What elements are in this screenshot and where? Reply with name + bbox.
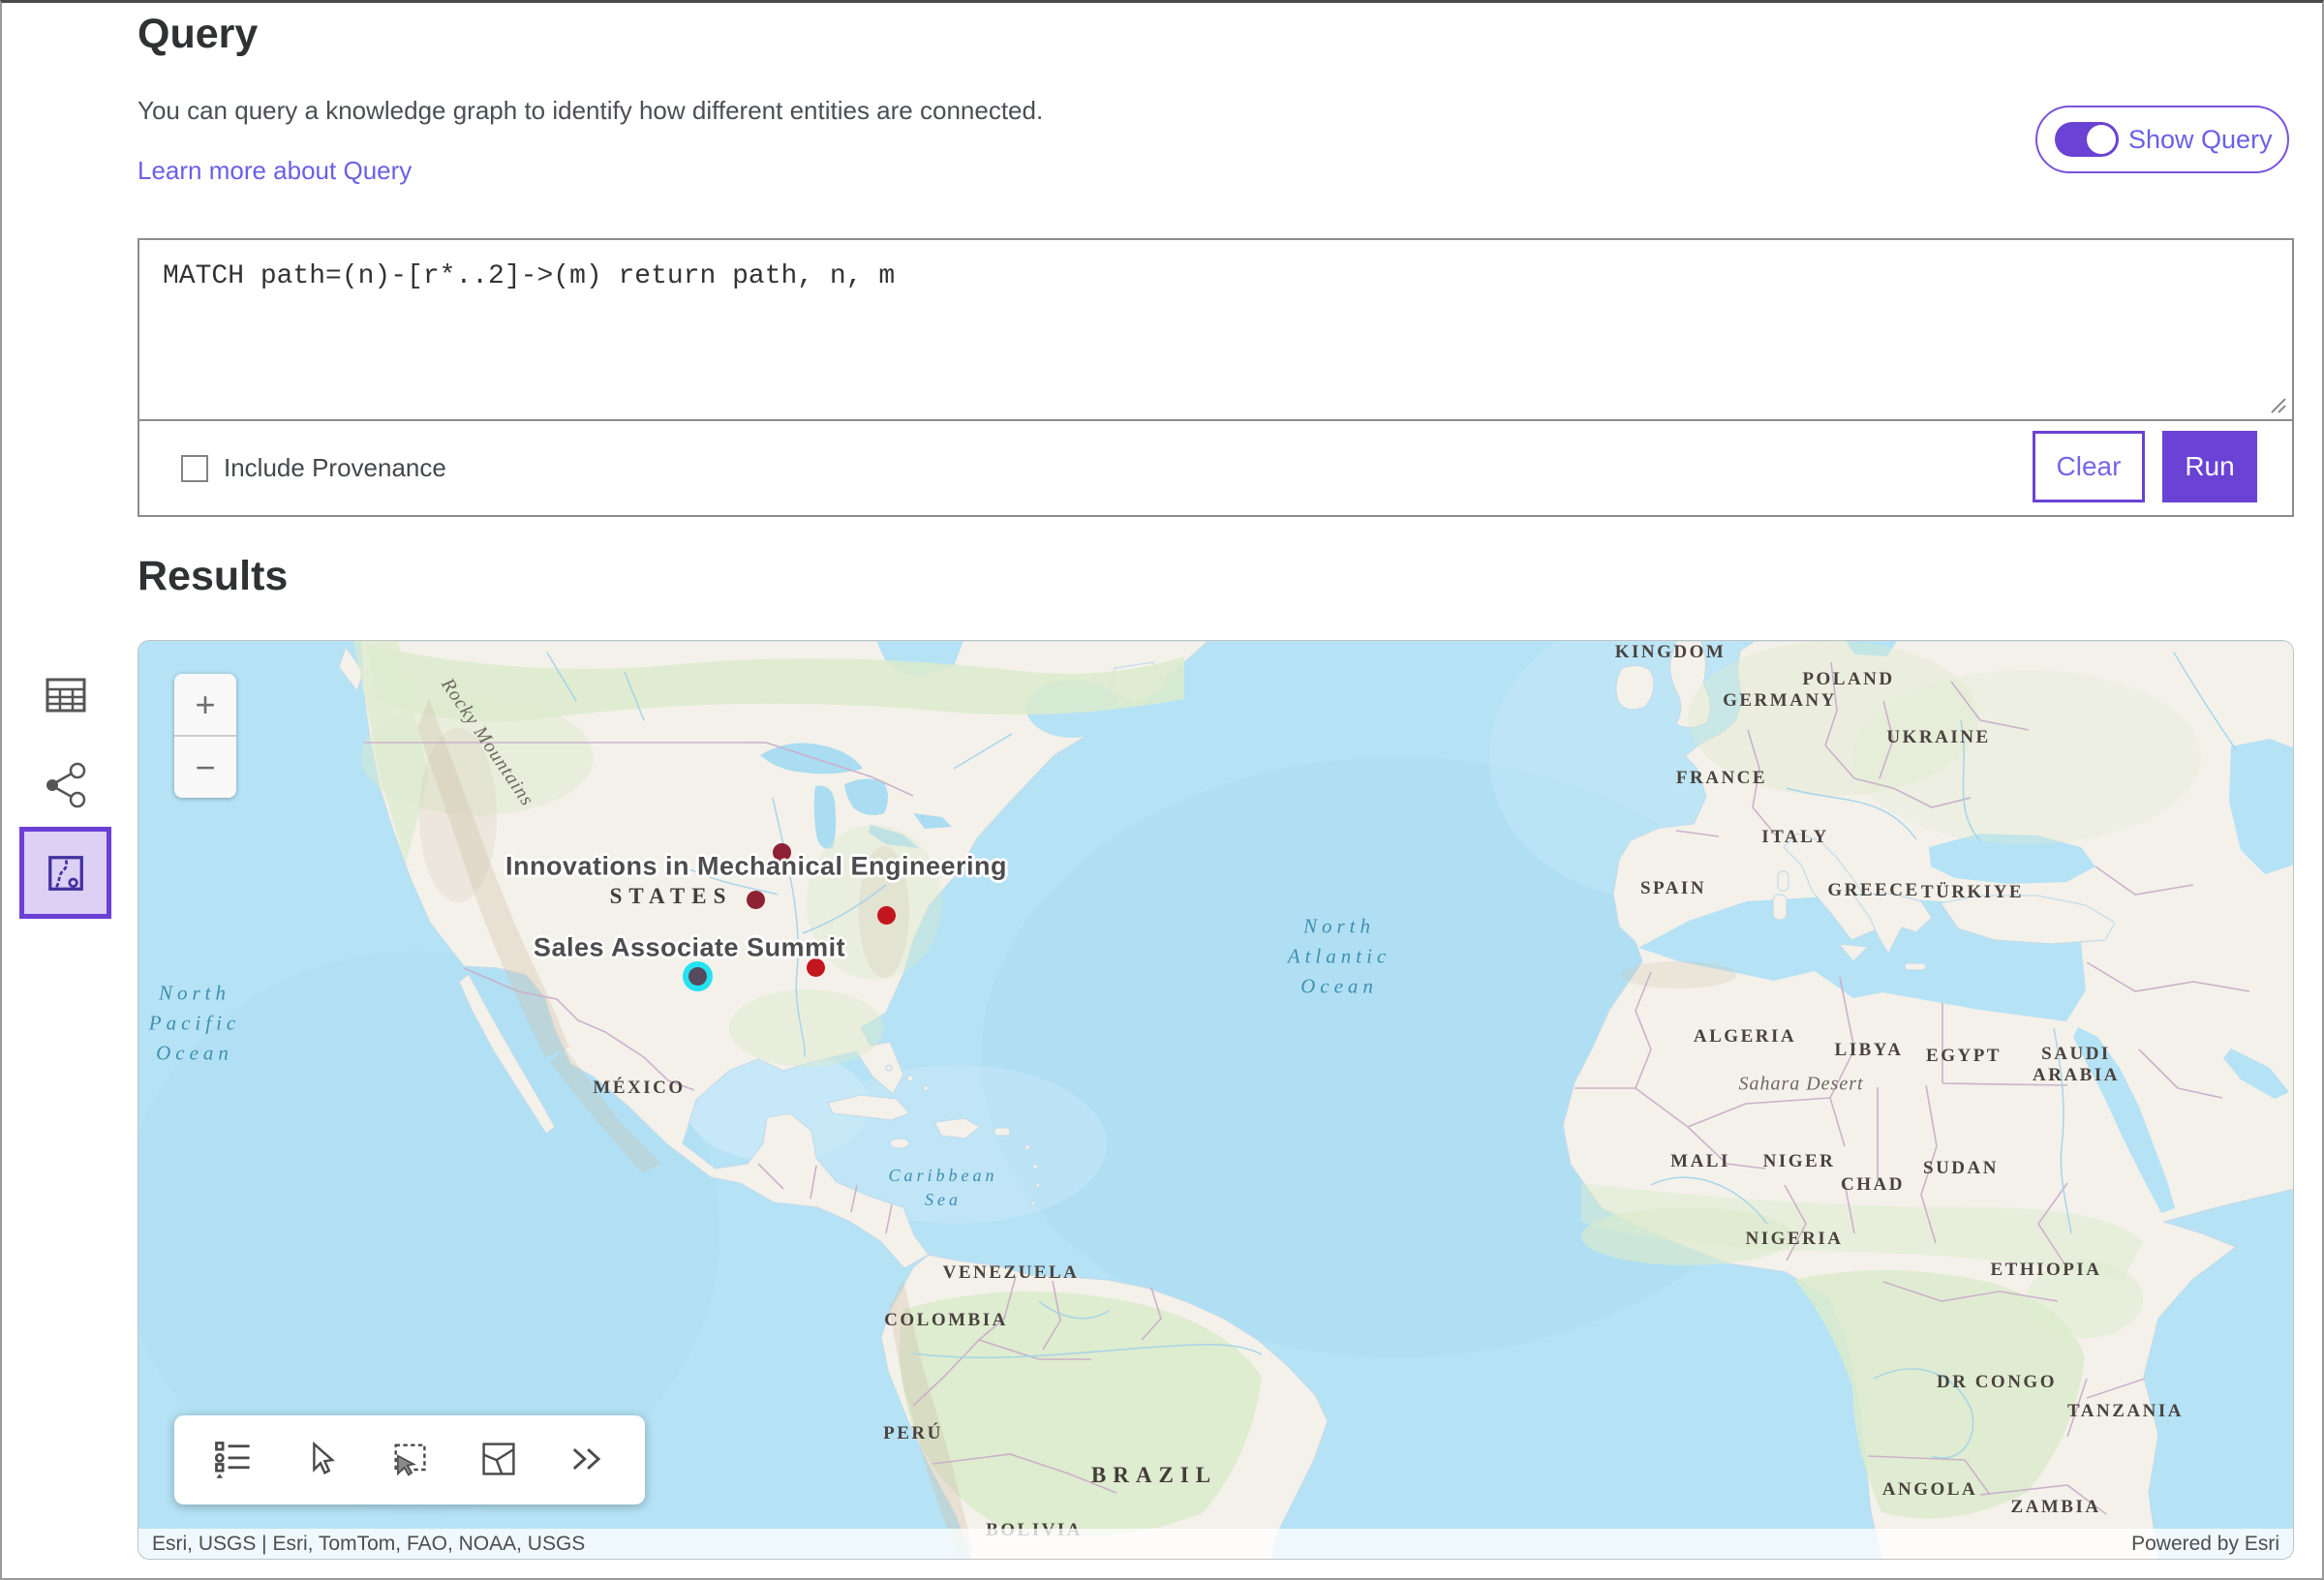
include-provenance-checkbox[interactable] (181, 455, 208, 482)
map-label: Caribbean Sea (888, 1164, 997, 1212)
show-query-toggle[interactable]: Show Query (2035, 106, 2289, 173)
map-label: ETHIOPIA (1990, 1260, 2101, 1281)
map-label: VENEZUELA (943, 1262, 1080, 1284)
double-chevron-icon (566, 1438, 608, 1480)
more-tools-button[interactable] (564, 1437, 610, 1483)
map-label: TANZANIA (2067, 1401, 2184, 1422)
toggle-switch-icon[interactable] (2055, 122, 2119, 157)
legend-icon (211, 1438, 254, 1480)
map-label: ZAMBIA (2010, 1497, 2100, 1518)
map-label: MÉXICO (593, 1078, 685, 1099)
legend-button[interactable] (209, 1437, 256, 1483)
map-label: North Atlantic Ocean (1288, 912, 1391, 1002)
map-label: ALGERIA (1694, 1026, 1796, 1048)
map-toolbar (174, 1415, 645, 1504)
link-chart-view-button[interactable] (41, 761, 91, 811)
query-actions-bar: Include Provenance Clear Run (139, 421, 2292, 515)
map-label: ITALY (1761, 827, 1829, 848)
cursor-select-button[interactable] (297, 1437, 344, 1483)
map-label: SUDAN (1923, 1158, 1999, 1179)
map-view-icon (41, 848, 91, 898)
map-label: PERÚ (883, 1423, 943, 1444)
table-icon (43, 672, 89, 718)
result-point[interactable] (773, 843, 791, 862)
map-label: North Pacific Ocean (149, 979, 240, 1069)
query-editor-panel: MATCH path=(n)-[r*..2]->(m) return path,… (138, 238, 2294, 517)
map-label: KINGDOM (1615, 642, 1727, 663)
query-page: Query You can query a knowledge graph to… (0, 0, 2324, 1580)
select-polygon-icon (477, 1438, 520, 1480)
map-label: SAUDI ARABIA (2033, 1044, 2120, 1086)
toggle-knob (2087, 125, 2116, 154)
map-label: Rocky Mountains (436, 675, 537, 811)
result-point-label: Innovations in Mechanical Engineering (505, 852, 1007, 882)
table-view-button[interactable] (41, 671, 91, 721)
map-label: POLAND (1802, 669, 1894, 690)
map-label: FRANCE (1676, 768, 1767, 789)
select-rectangle-icon (388, 1438, 431, 1480)
result-point[interactable] (747, 891, 765, 909)
select-rectangle-button[interactable] (386, 1437, 433, 1483)
include-provenance-label: Include Provenance (224, 453, 446, 483)
map-label: STATES (610, 884, 733, 909)
result-point[interactable] (688, 967, 707, 986)
result-point-label: Sales Associate Summit (534, 933, 845, 963)
map-label: Sahara Desert (1738, 1074, 1863, 1096)
include-provenance-row[interactable]: Include Provenance (181, 421, 446, 515)
results-map[interactable]: KINGDOM POLANDGERMANY UKRAINE FRANCE ITALY SP… (138, 640, 2294, 1560)
run-button[interactable]: Run (2162, 431, 2257, 502)
map-label: NIGERIA (1746, 1229, 1844, 1250)
map-label: ANGOLA (1882, 1479, 1977, 1501)
map-label: SPAIN (1640, 878, 1706, 899)
map-label: COLOMBIA (884, 1310, 1008, 1331)
map-label: GERMANY (1723, 690, 1837, 712)
map-label: CHAD (1841, 1174, 1905, 1196)
resize-grip-icon[interactable] (2268, 395, 2287, 414)
map-label: NIGER (1763, 1151, 1836, 1172)
attribution-powered-by[interactable]: Powered by Esri (2131, 1533, 2279, 1556)
map-view-button-selected[interactable] (19, 827, 111, 919)
zoom-out-button[interactable]: − (174, 737, 236, 798)
map-label: EGYPT (1926, 1046, 2002, 1067)
result-point[interactable] (807, 958, 825, 977)
map-label: DR CONGO (1937, 1372, 2057, 1393)
map-label: MALI (1670, 1151, 1730, 1172)
map-label: UKRAINE (1886, 727, 1990, 748)
show-query-label: Show Query (2128, 125, 2273, 155)
cursor-icon (299, 1438, 342, 1480)
map-attribution: Esri, USGS | Esri, TomTom, FAO, NOAA, US… (138, 1529, 2293, 1559)
map-label: TÜRKIYE (1921, 882, 2024, 903)
link-chart-icon (43, 762, 89, 808)
query-input[interactable]: MATCH path=(n)-[r*..2]->(m) return path,… (139, 240, 2292, 419)
page-title: Query (138, 11, 258, 58)
zoom-in-button[interactable]: + (174, 674, 236, 735)
page-description: You can query a knowledge graph to ident… (138, 96, 1043, 126)
map-label: GREECE (1827, 880, 1919, 901)
attribution-sources: Esri, USGS | Esri, TomTom, FAO, NOAA, US… (152, 1533, 585, 1556)
map-label: BRAZIL (1091, 1463, 1217, 1488)
results-title: Results (138, 553, 288, 600)
map-label: LIBYA (1835, 1040, 1904, 1061)
learn-more-link[interactable]: Learn more about Query (138, 156, 412, 186)
select-polygon-button[interactable] (475, 1437, 522, 1483)
result-point[interactable] (877, 906, 896, 925)
clear-button[interactable]: Clear (2033, 431, 2145, 502)
map-zoom-control: + − (174, 674, 236, 798)
